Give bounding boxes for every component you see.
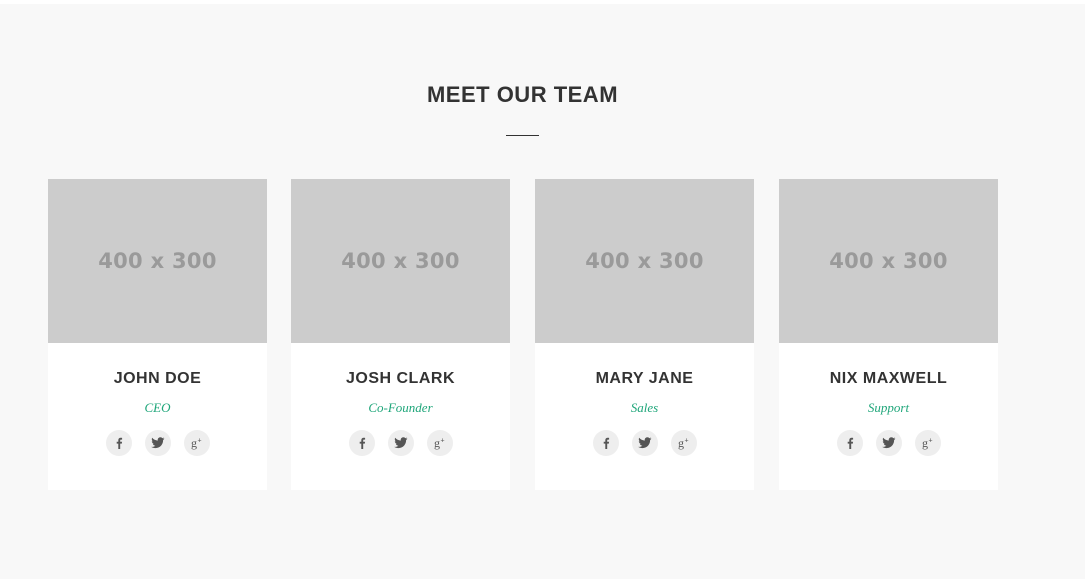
member-role: CEO	[144, 400, 171, 415]
member-role: Co-Founder	[368, 400, 433, 415]
facebook-button[interactable]	[348, 430, 375, 456]
twitter-icon	[150, 437, 164, 449]
google-plus-button[interactable]: g +	[426, 430, 453, 456]
photo-size-label: 400 x 300	[341, 249, 460, 273]
social-links: g +	[779, 430, 998, 456]
member-photo-placeholder: 400 x 300	[779, 179, 998, 343]
member-name: JOHN DOE	[113, 370, 202, 387]
facebook-button[interactable]	[592, 430, 619, 456]
facebook-button[interactable]	[836, 430, 863, 456]
member-photo-placeholder: 400 x 300	[291, 179, 510, 343]
svg-text:+: +	[440, 438, 444, 445]
twitter-button[interactable]	[387, 430, 414, 456]
photo-size-label: 400 x 300	[98, 249, 217, 273]
social-links: g +	[291, 430, 510, 456]
member-name: JOSH CLARK	[345, 370, 455, 387]
facebook-icon	[116, 437, 122, 449]
social-links: g +	[535, 430, 754, 456]
facebook-button[interactable]	[105, 430, 132, 456]
twitter-button[interactable]	[875, 430, 902, 456]
google-plus-icon: g +	[922, 436, 933, 450]
member-photo-placeholder: 400 x 300	[535, 179, 754, 343]
svg-text:g: g	[922, 436, 928, 450]
google-plus-icon: g +	[434, 436, 445, 450]
facebook-icon	[359, 437, 365, 449]
svg-text:+: +	[928, 438, 932, 445]
member-photo-placeholder: 400 x 300	[48, 179, 267, 343]
member-name: MARY JANE	[595, 370, 694, 387]
team-card-josh-clark: 400 x 300 JOSH CLARK Co-Founder g +	[291, 179, 510, 490]
photo-size-label: 400 x 300	[829, 249, 948, 273]
twitter-icon	[637, 437, 651, 449]
social-links: g +	[48, 430, 267, 456]
twitter-button[interactable]	[144, 430, 171, 456]
google-plus-button[interactable]: g +	[183, 430, 210, 456]
google-plus-icon: g +	[191, 436, 202, 450]
team-card-john-doe: 400 x 300 JOHN DOE CEO g +	[48, 179, 267, 490]
svg-text:g: g	[191, 436, 197, 450]
twitter-icon	[881, 437, 895, 449]
team-card-mary-jane: 400 x 300 MARY JANE Sales g +	[535, 179, 754, 490]
member-role: Support	[867, 400, 910, 415]
svg-text:+: +	[684, 438, 688, 445]
svg-text:g: g	[434, 436, 440, 450]
svg-text:+: +	[197, 438, 201, 445]
google-plus-button[interactable]: g +	[670, 430, 697, 456]
facebook-icon	[603, 437, 609, 449]
photo-size-label: 400 x 300	[585, 249, 704, 273]
member-name: NIX MAXWELL	[829, 370, 948, 387]
section-title: MEET OUR TEAM	[426, 82, 619, 107]
google-plus-button[interactable]: g +	[914, 430, 941, 456]
team-card-nix-maxwell: 400 x 300 NIX MAXWELL Support g +	[779, 179, 998, 490]
google-plus-icon: g +	[678, 436, 689, 450]
member-role: Sales	[630, 400, 659, 415]
twitter-button[interactable]	[631, 430, 658, 456]
facebook-icon	[847, 437, 853, 449]
svg-text:g: g	[678, 436, 684, 450]
team-section: MEET OUR TEAM 400 x 300 JOHN DOE CEO g + …	[0, 4, 1085, 579]
title-divider	[506, 135, 539, 136]
twitter-icon	[393, 437, 407, 449]
